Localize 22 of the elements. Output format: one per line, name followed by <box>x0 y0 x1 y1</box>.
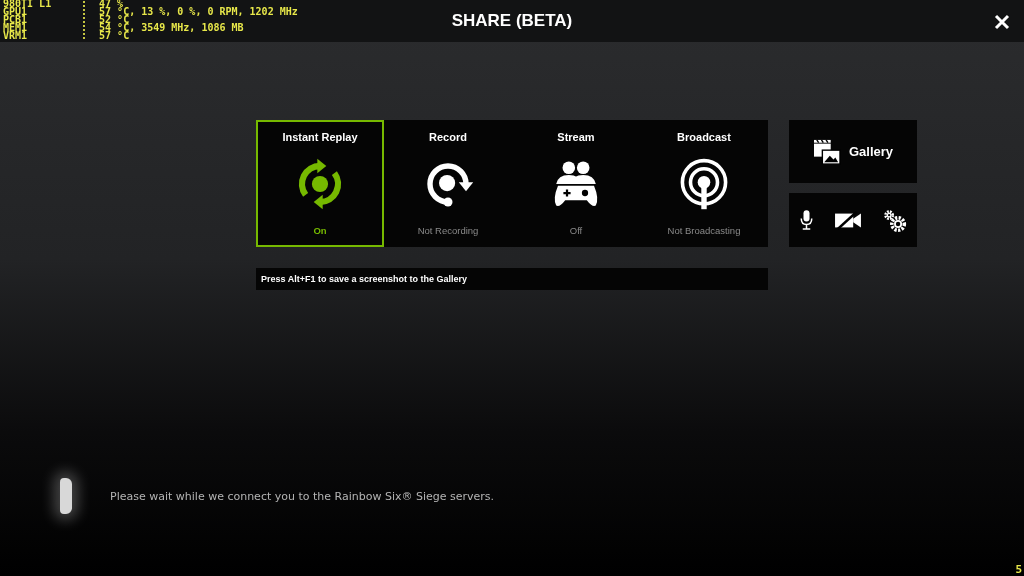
sensor-label: 980TI L1 <box>3 0 53 8</box>
close-button[interactable] <box>993 13 1011 31</box>
hint-text: Press Alt+F1 to save a screenshot to the Gallery <box>261 274 467 284</box>
sensor-label: GPU1 <box>3 8 28 16</box>
loading-message: Please wait while we connect you to the Rainbow Six® Siege servers. <box>110 489 495 503</box>
sensor-label: MEM1 <box>3 24 29 32</box>
gallery-icon <box>812 138 841 165</box>
feature-tile[interactable]: Broadcast Not Broadcasting <box>640 120 768 247</box>
feature-tile[interactable]: Stream Off <box>512 120 640 247</box>
sensor-value: : 47 % <box>81 0 124 8</box>
sensor-value: : 57 °C <box>81 32 130 40</box>
sensor-value: : 57 °C, 13 %, 0 %, 0 RPM, 1202 MHz <box>81 8 298 16</box>
sensor-value: : 52 °C <box>81 16 130 24</box>
gallery-button[interactable]: Gallery <box>789 120 917 183</box>
window-title: SHARE (BETA) <box>451 11 573 31</box>
fps-counter: 5 <box>1015 563 1022 576</box>
feature-tile[interactable]: Record Not Recording <box>384 120 512 247</box>
sensor-label: PCB1 <box>3 16 29 24</box>
loading-spinner-icon <box>60 478 72 514</box>
sensor-label: VRM1 <box>3 32 29 40</box>
sensor-value: : 54 °C, 3549 MHz, 1086 MB <box>81 24 244 32</box>
feature-tile[interactable]: Instant Replay On <box>256 120 384 247</box>
